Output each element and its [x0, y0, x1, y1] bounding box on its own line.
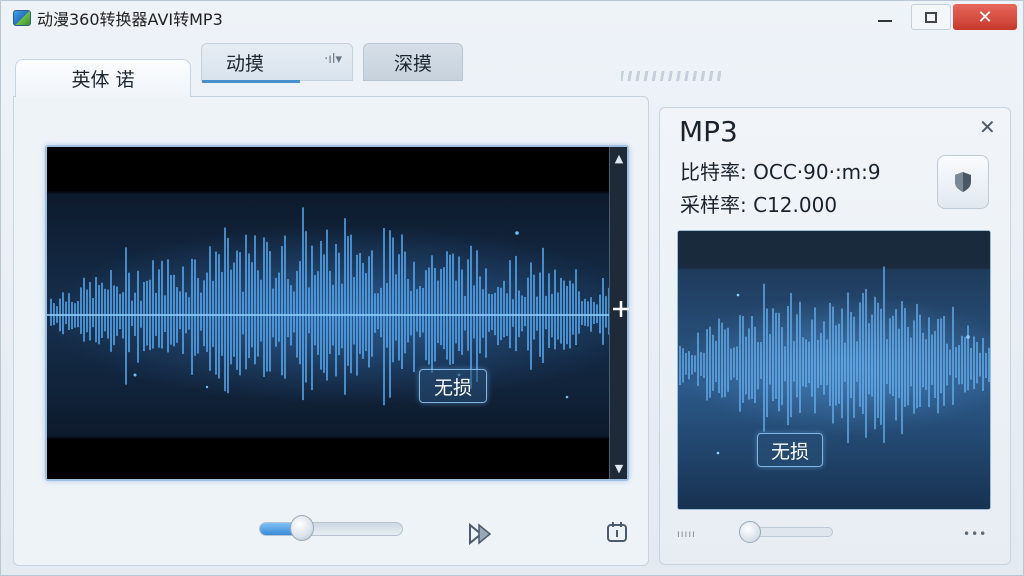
- app-window: 动漫360转换器AVI转MP3 ✕ 英体 诺 动摸 ·ıl▾ 深摸 ▲ ▼ 无损…: [0, 0, 1024, 576]
- maximize-icon: [925, 11, 937, 23]
- side-mini-slider-knob[interactable]: [739, 521, 761, 543]
- shield-icon: [955, 172, 971, 192]
- close-icon: ✕: [977, 6, 993, 28]
- close-button[interactable]: ✕: [953, 4, 1017, 30]
- scroll-up-icon[interactable]: ▲: [610, 149, 628, 167]
- bitrate-value: OCC·90·:m:9: [753, 160, 881, 184]
- format-title: MP3: [679, 115, 738, 148]
- decorative-stripes: [621, 71, 721, 81]
- lossless-badge: 无损: [419, 369, 487, 403]
- maximize-button[interactable]: [911, 4, 951, 30]
- tab-dongmo[interactable]: 动摸 ·ıl▾: [201, 43, 353, 83]
- tab-english[interactable]: 英体 诺: [15, 59, 191, 97]
- play-skip-icon[interactable]: [467, 521, 493, 551]
- samplerate-row: 采样率: C12.000: [680, 189, 837, 218]
- tab-label: 动摸: [226, 52, 265, 75]
- tab-progress-underline: [202, 80, 300, 83]
- side-lossless-badge: 无损: [757, 433, 823, 467]
- waveform-graphic: [47, 147, 627, 479]
- preview-waveform-graphic: [678, 231, 990, 509]
- bitrate-row: 比特率: OCC·90·:m:9: [680, 156, 881, 185]
- audio-split-icon[interactable]: ·ıl▾: [324, 52, 342, 67]
- bitrate-label: 比特率:: [680, 160, 747, 184]
- samplerate-value: C12.000: [753, 193, 838, 217]
- format-action-button[interactable]: [937, 155, 989, 209]
- samplerate-label: 采样率:: [680, 193, 747, 217]
- minimize-button[interactable]: [865, 4, 905, 30]
- tab-label: 英体 诺: [71, 69, 135, 91]
- app-icon: [13, 10, 31, 26]
- tab-shenmo[interactable]: 深摸: [363, 43, 463, 81]
- waveform-view[interactable]: [45, 145, 629, 481]
- window-title: 动漫360转换器AVI转MP3: [37, 10, 223, 29]
- panel-close-icon[interactable]: ✕: [979, 115, 996, 139]
- crosshair-icon[interactable]: [612, 300, 630, 318]
- side-left-indicator: ııııı: [677, 529, 696, 540]
- tab-label: 深摸: [393, 52, 432, 75]
- preview-waveform[interactable]: [677, 230, 991, 510]
- more-options-icon[interactable]: •••: [963, 527, 987, 541]
- volume-slider[interactable]: [259, 522, 403, 536]
- gear-file-icon[interactable]: [603, 519, 631, 551]
- minimize-icon: [878, 20, 892, 22]
- volume-slider-knob[interactable]: [290, 515, 314, 541]
- scroll-down-icon[interactable]: ▼: [610, 459, 628, 477]
